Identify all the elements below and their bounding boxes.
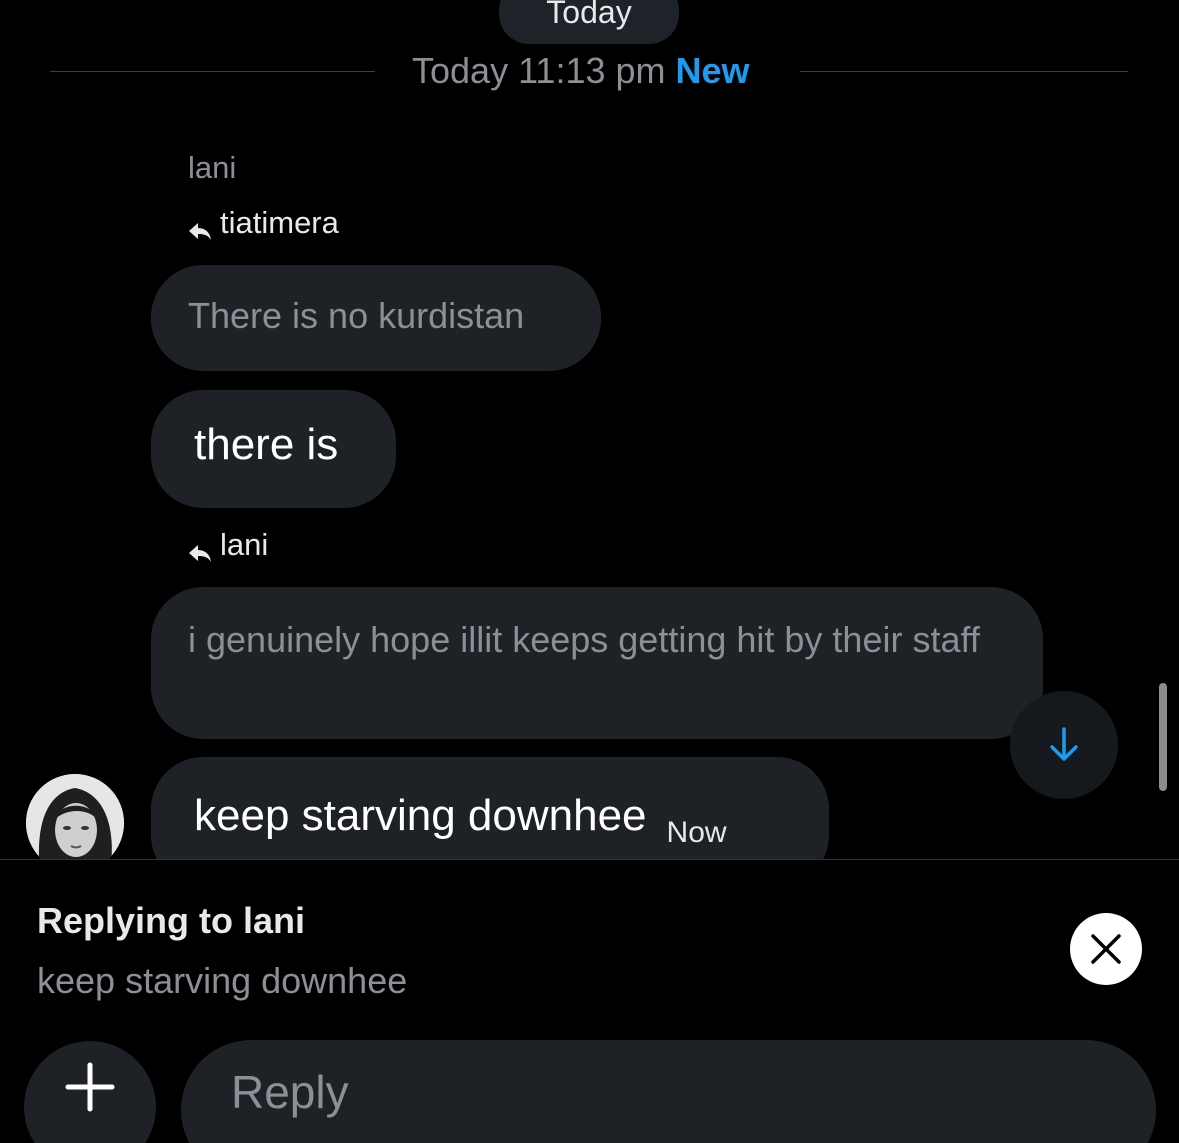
message-bubble[interactable]: there is — [151, 390, 396, 508]
reply-reference[interactable]: lani — [188, 527, 268, 563]
add-attachment-button[interactable] — [24, 1041, 156, 1143]
scrollbar[interactable] — [1159, 683, 1167, 791]
reply-arrow-icon — [188, 535, 212, 562]
new-messages-divider: Today 11:13 pm New — [412, 50, 750, 92]
dm-conversation-screen: Today Today 11:13 pm New lani tiatimera T… — [0, 0, 1179, 1143]
date-pill-label: Today — [546, 0, 632, 30]
quoted-message-bubble[interactable]: i genuinely hope illit keeps getting hit… — [151, 587, 1043, 739]
plus-icon — [65, 1062, 115, 1112]
date-pill: Today — [499, 0, 679, 44]
scroll-to-bottom-button[interactable] — [1010, 691, 1118, 799]
reply-reference-name: lani — [220, 527, 269, 562]
reply-arrow-icon — [188, 213, 212, 240]
reply-reference-name: tiatimera — [220, 205, 339, 240]
quoted-message-bubble[interactable]: There is no kurdistan — [151, 265, 601, 371]
message-text: keep starving downhee — [194, 791, 647, 840]
quoted-message-text: i genuinely hope illit keeps getting hit… — [188, 619, 980, 660]
divider-line-left — [50, 71, 375, 72]
cancel-reply-button[interactable] — [1070, 913, 1142, 985]
message-timestamp: Now — [666, 816, 727, 849]
new-badge: New — [675, 50, 750, 91]
message-text: there is — [194, 420, 339, 469]
reply-input[interactable] — [181, 1040, 1156, 1143]
avatar-image — [26, 774, 124, 872]
quoted-message-text: There is no kurdistan — [188, 295, 525, 336]
replying-to-title: Replying to lani — [37, 900, 306, 941]
sender-name: lani — [188, 150, 237, 185]
divider-time: Today 11:13 pm — [412, 50, 666, 91]
avatar[interactable] — [26, 774, 124, 872]
replying-to-preview: keep starving downhee — [37, 960, 408, 1001]
divider-line-right — [800, 71, 1128, 72]
close-icon — [1091, 934, 1121, 964]
reply-reference[interactable]: tiatimera — [188, 205, 339, 241]
reply-composer: Replying to lani keep starving downhee — [0, 859, 1179, 1143]
arrow-down-icon — [1050, 727, 1078, 761]
